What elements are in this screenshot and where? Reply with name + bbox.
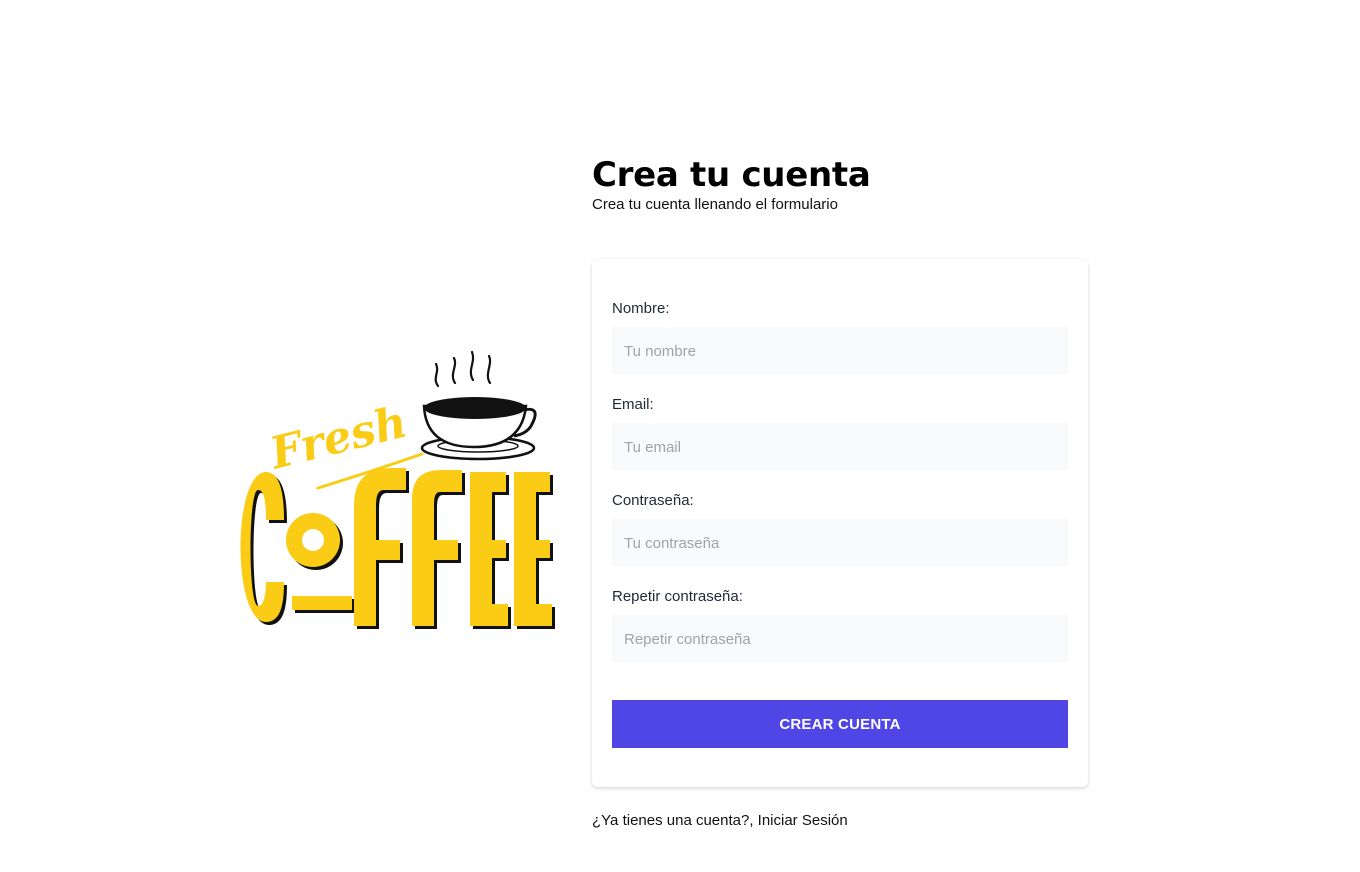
- create-account-button[interactable]: Crear Cuenta: [612, 700, 1068, 748]
- email-label: Email:: [612, 396, 654, 413]
- password-label: Contraseña:: [612, 492, 694, 509]
- page-title: Crea tu cuenta: [592, 155, 871, 195]
- register-form: Nombre: Email: Contraseña: Repetir contr…: [592, 259, 1088, 787]
- fresh-coffee-logo: Fresh: [226, 350, 560, 634]
- page-subtitle: Crea tu cuenta llenando el formulario: [592, 196, 838, 213]
- logo-letter-f2: [412, 470, 465, 629]
- register-section: Crea tu cuenta Crea tu cuenta llenando e…: [592, 150, 1088, 829]
- steam-icon: [434, 350, 492, 388]
- logo-letter-e1: [470, 472, 511, 629]
- logo-letter-o: [286, 513, 355, 613]
- coffee-cup-icon: [420, 397, 537, 461]
- password-input[interactable]: [612, 519, 1068, 567]
- logo-letter-e2: [514, 472, 555, 629]
- name-input[interactable]: [612, 327, 1068, 375]
- logo-script-text: Fresh: [263, 397, 412, 480]
- login-link[interactable]: ¿Ya tienes una cuenta?, Iniciar Sesión: [592, 811, 848, 831]
- email-input[interactable]: [612, 423, 1068, 471]
- logo-letter-f1: [354, 468, 409, 629]
- repeat-password-input[interactable]: [612, 615, 1068, 663]
- logo-letter-c: [240, 472, 287, 625]
- repeat-password-label: Repetir contraseña:: [612, 588, 743, 605]
- name-label: Nombre:: [612, 300, 670, 317]
